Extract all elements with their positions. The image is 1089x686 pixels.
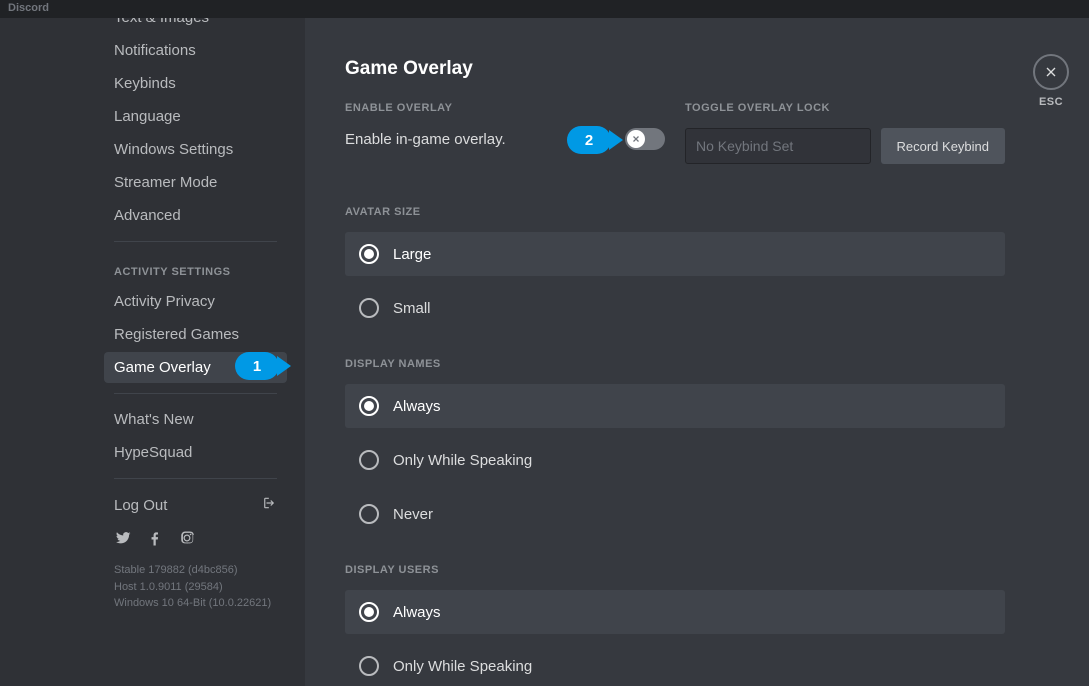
sidebar-item-language[interactable]: Language — [104, 101, 287, 132]
divider — [114, 478, 277, 479]
sidebar-item-windows-settings[interactable]: Windows Settings — [104, 134, 287, 165]
radio-icon — [359, 504, 379, 524]
page-title: Game Overlay — [345, 58, 1005, 80]
radio-icon — [359, 602, 379, 622]
names-option-speaking[interactable]: Only While Speaking — [345, 438, 1005, 482]
sidebar-item-hypesquad[interactable]: HypeSquad — [104, 437, 287, 468]
avatar-option-small[interactable]: Small — [345, 286, 1005, 330]
sidebar-item-activity-privacy[interactable]: Activity Privacy — [104, 286, 287, 317]
radio-icon — [359, 244, 379, 264]
display-users-label: DISPLAY USERS — [345, 564, 1005, 576]
sidebar-item-game-overlay[interactable]: Game Overlay 1 — [104, 352, 287, 383]
enable-overlay-text: Enable in-game overlay. — [345, 131, 506, 148]
avatar-size-group: Large Small — [345, 232, 1005, 330]
sidebar-item-whats-new[interactable]: What's New — [104, 404, 287, 435]
toggle-knob — [627, 130, 645, 148]
names-option-always[interactable]: Always — [345, 384, 1005, 428]
version-info: Stable 179882 (d4bc856) Host 1.0.9011 (2… — [104, 562, 287, 612]
users-option-speaking[interactable]: Only While Speaking — [345, 644, 1005, 676]
divider — [114, 393, 277, 394]
sidebar-item-notifications[interactable]: Notifications — [104, 35, 287, 66]
instagram-icon[interactable] — [178, 529, 196, 552]
radio-icon — [359, 298, 379, 318]
sidebar-item-keybinds[interactable]: Keybinds — [104, 68, 287, 99]
display-names-group: Always Only While Speaking Never — [345, 384, 1005, 536]
enable-overlay-toggle[interactable] — [625, 128, 665, 150]
radio-label: Never — [393, 506, 433, 523]
radio-label: Always — [393, 398, 441, 415]
sidebar-item-advanced[interactable]: Advanced — [104, 200, 287, 231]
settings-content: ESC Game Overlay ENABLE OVERLAY Enable i… — [305, 18, 1089, 686]
radio-label: Only While Speaking — [393, 658, 532, 675]
radio-label: Large — [393, 246, 431, 263]
enable-overlay-label: ENABLE OVERLAY — [345, 102, 665, 114]
annotation-callout-1: 1 — [235, 352, 279, 380]
annotation-callout-2: 2 — [567, 126, 611, 154]
twitter-icon[interactable] — [114, 529, 132, 552]
record-keybind-button[interactable]: Record Keybind — [881, 128, 1006, 164]
sidebar-item-logout[interactable]: Log Out — [104, 489, 287, 521]
sidebar-item-registered-games[interactable]: Registered Games — [104, 319, 287, 350]
display-users-group: Always Only While Speaking — [345, 590, 1005, 676]
radio-icon — [359, 450, 379, 470]
radio-label: Only While Speaking — [393, 452, 532, 469]
sidebar-item-label: Game Overlay — [114, 359, 211, 376]
close-button[interactable] — [1033, 54, 1069, 90]
logout-icon — [263, 496, 277, 514]
radio-icon — [359, 656, 379, 676]
sidebar-header-activity: ACTIVITY SETTINGS — [104, 252, 287, 284]
keybind-input[interactable]: No Keybind Set — [685, 128, 871, 164]
radio-icon — [359, 396, 379, 416]
names-option-never[interactable]: Never — [345, 492, 1005, 536]
avatar-option-large[interactable]: Large — [345, 232, 1005, 276]
avatar-size-label: AVATAR SIZE — [345, 206, 1005, 218]
settings-sidebar: Text & Images Notifications Keybinds Lan… — [0, 18, 305, 686]
social-links — [104, 523, 287, 562]
toggle-lock-label: TOGGLE OVERLAY LOCK — [685, 102, 1005, 114]
window-titlebar: Discord — [0, 0, 1089, 18]
facebook-icon[interactable] — [146, 529, 164, 552]
users-option-always[interactable]: Always — [345, 590, 1005, 634]
sidebar-item-streamer-mode[interactable]: Streamer Mode — [104, 167, 287, 198]
logout-label: Log Out — [114, 497, 167, 514]
esc-label: ESC — [1033, 96, 1069, 108]
radio-label: Small — [393, 300, 431, 317]
divider — [114, 241, 277, 242]
radio-label: Always — [393, 604, 441, 621]
sidebar-item-text-images[interactable]: Text & Images — [104, 18, 287, 33]
display-names-label: DISPLAY NAMES — [345, 358, 1005, 370]
